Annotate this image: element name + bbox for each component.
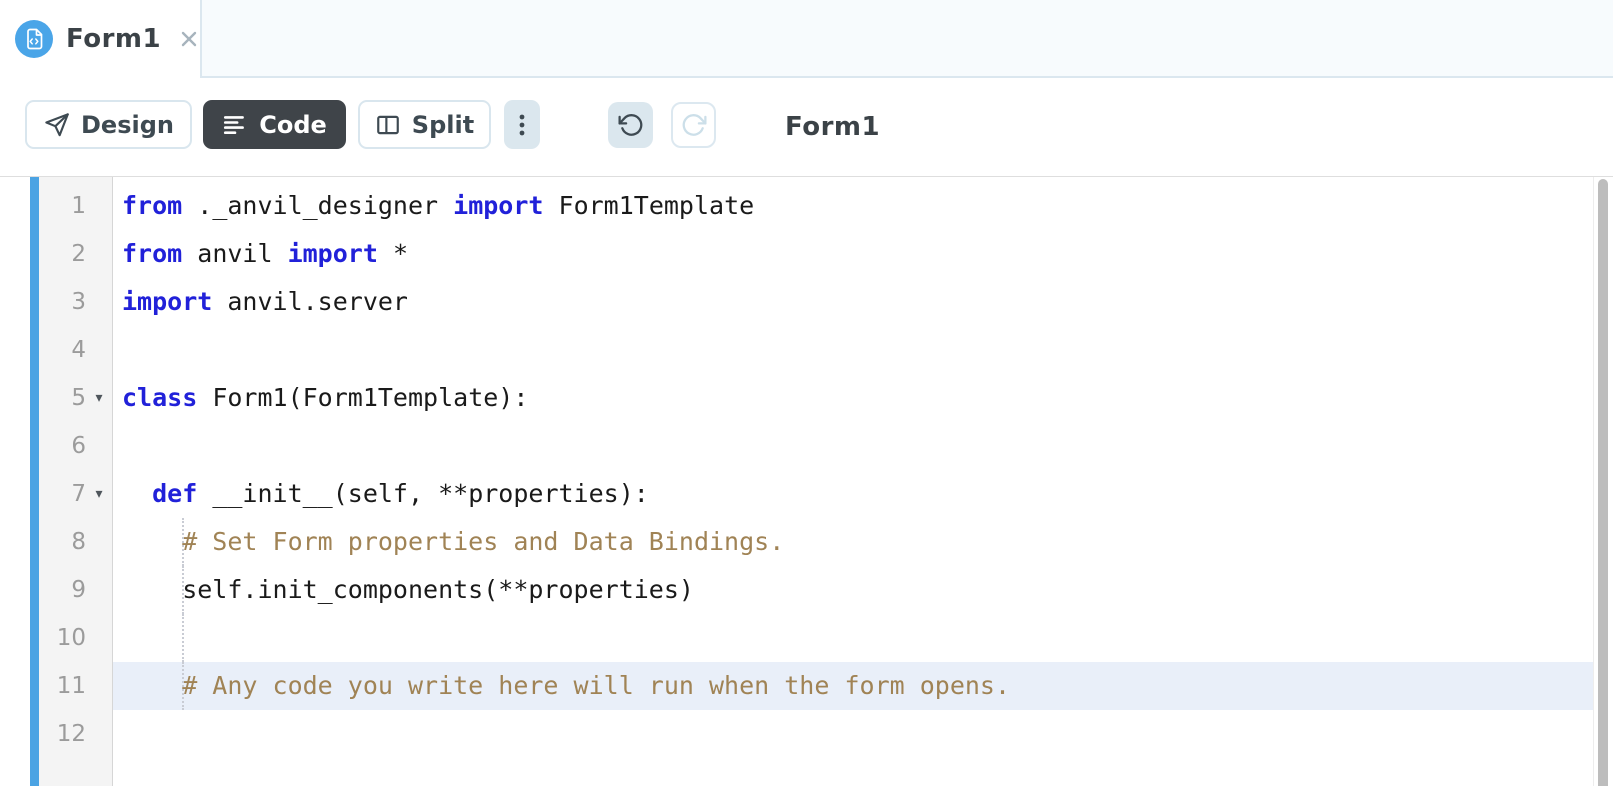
code-line[interactable] [113,710,1593,758]
code-line[interactable] [113,614,1593,662]
code-area[interactable]: from ._anvil_designer import Form1Templa… [113,177,1593,786]
code-file-icon [15,20,53,58]
code-keyword: def [152,479,198,508]
code-line[interactable]: from ._anvil_designer import Form1Templa… [113,182,1593,230]
code-keyword: import [287,239,378,268]
line-number: 3 [71,289,86,315]
scrollbar-thumb[interactable] [1598,179,1608,786]
code-keyword: class [122,383,198,412]
code-text: self.init_components(**properties) [122,575,694,604]
gutter-row: 1 [39,182,112,230]
code-text: anvil [182,239,288,268]
line-number: 12 [56,721,86,747]
code-line[interactable]: import anvil.server [113,278,1593,326]
line-number: 5 [71,385,86,411]
tab-form1[interactable]: Form1 [0,0,200,78]
fold-arrow-icon[interactable]: ▾ [86,374,112,422]
code-line[interactable]: self.init_components(**properties) [113,566,1593,614]
code-text: * [377,239,408,268]
view-toolbar: Design Code Split Form1 [0,78,1613,177]
gutter-row: 8 [39,518,112,566]
split-button-label: Split [411,110,475,139]
line-number: 2 [71,241,86,267]
code-text: Form1Template [543,191,755,220]
indent-guide [182,614,185,662]
code-comment: # Any code you write here will run when … [122,671,1011,700]
scrollbar-track[interactable] [1593,177,1613,786]
code-keyword: import [453,191,544,220]
gutter-row: 3 [39,278,112,326]
code-view-button[interactable]: Code [203,100,346,149]
line-number: 10 [56,625,86,651]
gutter-row: 9 [39,566,112,614]
line-number: 1 [71,193,86,219]
indent-guide [182,518,185,566]
code-line[interactable]: from anvil import * [113,230,1593,278]
gutter: 1 2 3 4 5 ▾ 6 7 ▾ 8 9 10 11 12 [39,177,113,786]
editor-accent-bar [30,177,39,786]
code-line[interactable] [113,326,1593,374]
undo-arrow-icon [617,112,644,138]
code-editor: 1 2 3 4 5 ▾ 6 7 ▾ 8 9 10 11 12 from ._anvil_designer … [0,177,1613,786]
code-text: __init__(self, **properties): [197,479,649,508]
code-keyword: import [122,287,213,316]
gutter-row: 12 [39,710,112,758]
tab-strip: Form1 [0,0,1613,78]
redo-button[interactable] [671,102,716,148]
code-text: anvil.server [212,287,408,316]
line-number: 7 [71,481,86,507]
line-number: 8 [71,529,86,555]
tab-strip-empty-area [200,0,1613,78]
align-left-lines-icon [222,112,248,138]
code-line[interactable] [113,422,1593,470]
design-button-label: Design [81,110,174,139]
paper-plane-icon [43,111,70,138]
gutter-row: 11 [39,662,112,710]
line-number: 11 [56,673,86,699]
code-text: Form1(Form1Template): [197,383,529,412]
design-view-button[interactable]: Design [25,100,192,149]
more-options-button[interactable] [504,100,540,149]
code-keyword: from [122,191,183,220]
indent-guide [182,566,185,614]
form-title: Form1 [785,112,881,142]
tab-title: Form1 [66,24,162,54]
gutter-row: 6 [39,422,112,470]
split-view-button[interactable]: Split [358,100,491,149]
gutter-row: 5 ▾ [39,374,112,422]
gutter-row: 7 ▾ [39,470,112,518]
code-text: ._anvil_designer [182,191,454,220]
fold-arrow-icon[interactable]: ▾ [86,470,112,518]
code-keyword: from [122,239,183,268]
line-number: 6 [71,433,86,459]
kebab-menu-icon [510,111,534,139]
redo-arrow-icon [681,112,707,138]
gutter-row: 2 [39,230,112,278]
code-line[interactable]: # Set Form properties and Data Bindings. [113,518,1593,566]
code-button-label: Code [259,110,327,139]
code-comment: # Set Form properties and Data Bindings. [122,527,785,556]
code-line[interactable]: class Form1(Form1Template): [113,374,1593,422]
split-pane-icon [375,112,401,138]
code-line[interactable]: def __init__(self, **properties): [113,470,1593,518]
editor-left-margin [0,177,30,786]
indent-guide [182,662,185,710]
line-number: 9 [71,577,86,603]
line-number: 4 [71,337,86,363]
gutter-row: 10 [39,614,112,662]
undo-button[interactable] [608,102,653,148]
gutter-row: 4 [39,326,112,374]
tab-close-icon[interactable] [177,27,201,51]
code-line-active[interactable]: # Any code you write here will run when … [113,662,1593,710]
